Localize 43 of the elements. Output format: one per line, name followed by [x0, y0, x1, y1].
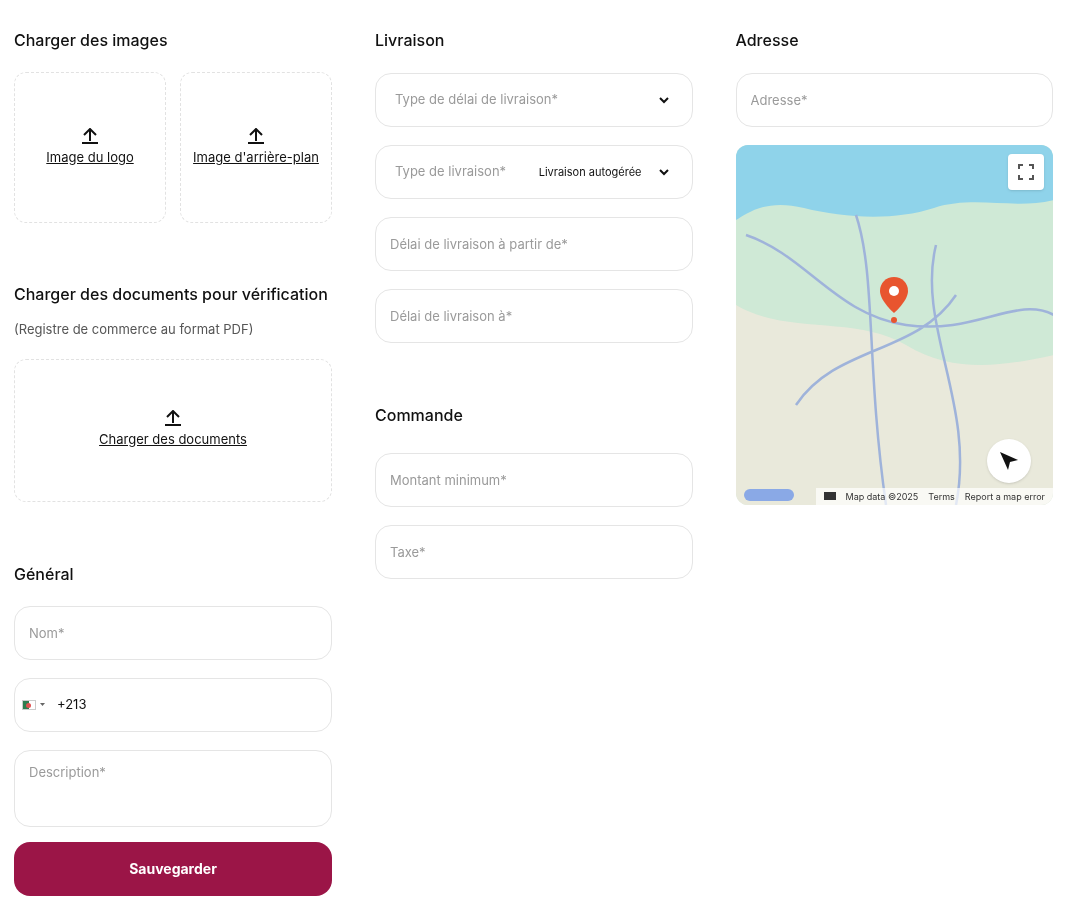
- section-title: Général: [14, 562, 75, 586]
- section-title: Charger des documents pour vérification: [14, 283, 329, 306]
- input-field[interactable]: Taxe*: [375, 525, 693, 579]
- upload-icon: [81, 127, 99, 144]
- input-field[interactable]: Adresse*: [735, 73, 1053, 127]
- input-field[interactable]: Délai de livraison à*: [375, 289, 693, 343]
- description-field[interactable]: Description*: [14, 749, 332, 827]
- upload-dropzone[interactable]: Image du logo: [14, 72, 166, 223]
- section-title: Livraison: [375, 29, 446, 52]
- hint-text: (Registre de commerce au format PDF): [14, 320, 255, 339]
- phone-field[interactable]: +213: [14, 677, 332, 732]
- chevron-down-icon: [657, 96, 670, 104]
- cursor-arrow-icon: [998, 450, 1020, 472]
- upload-dropzone[interactable]: Charger des documents: [14, 358, 332, 502]
- upload-icon: [247, 127, 265, 144]
- phone-input[interactable]: +213: [57, 694, 324, 715]
- select-placeholder: Type de délai de livraison*: [395, 90, 559, 110]
- map-pin-icon: [877, 275, 910, 323]
- section-title: Charger des images: [14, 29, 169, 52]
- upload-icon: [164, 410, 182, 427]
- select-value: Livraison autogérée: [538, 163, 642, 181]
- upload-dropzone[interactable]: Image d'arrière-plan: [180, 72, 332, 223]
- upload-link[interactable]: Charger des documents: [99, 430, 247, 450]
- select-field[interactable]: Type de livraison* Livraison autogérée: [375, 145, 693, 199]
- upload-link[interactable]: Image du logo: [46, 147, 134, 168]
- caret-icon: [40, 703, 45, 706]
- select-placeholder: Type de livraison*: [395, 162, 507, 182]
- keyboard-icon[interactable]: [823, 492, 836, 501]
- input-field[interactable]: Délai de livraison à partir de*: [375, 217, 693, 271]
- map-drawing[interactable]: Map data ©2025 Terms Report a map error: [735, 145, 1053, 505]
- section-title: Commande: [375, 404, 464, 427]
- section-title: Adresse: [735, 29, 800, 52]
- flag-icon: [22, 699, 36, 710]
- fullscreen-button[interactable]: [1008, 154, 1044, 190]
- map-link[interactable]: Report a map error: [964, 489, 1045, 503]
- chevron-down-icon: [657, 168, 670, 176]
- map-attribution: Map data ©2025: [845, 489, 919, 503]
- fullscreen-icon: [1018, 164, 1034, 180]
- upload-link[interactable]: Image d'arrière-plan: [193, 147, 319, 168]
- input-field[interactable]: Montant minimum*: [375, 453, 693, 507]
- save-button[interactable]: Sauvegarder: [14, 841, 332, 896]
- input-field[interactable]: Nom*: [14, 605, 332, 660]
- map-link[interactable]: Terms: [928, 489, 955, 503]
